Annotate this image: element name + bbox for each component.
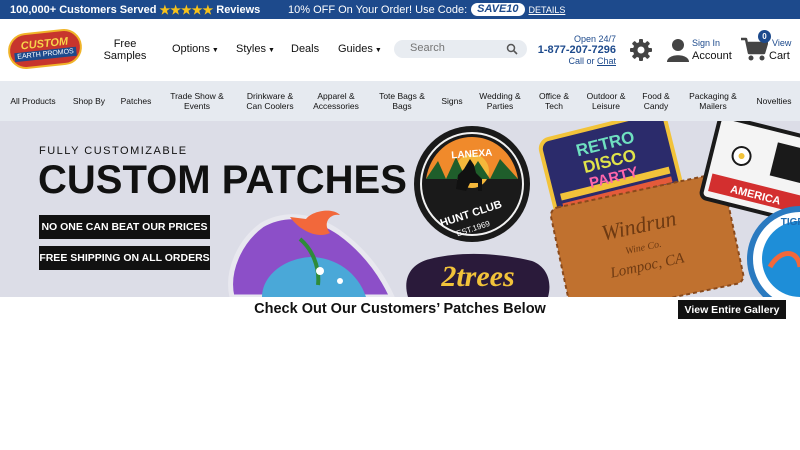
category-office-tech[interactable]: Office & Tech: [534, 81, 574, 121]
hero-title: CUSTOM PATCHES: [38, 158, 407, 202]
hero-kicker: FULLY CUSTOMIZABLE: [39, 145, 188, 157]
hunt-club-patch: LANEXA HUNT CLUB EST.1969: [414, 126, 530, 242]
nav-deals[interactable]: Deals: [291, 43, 319, 55]
hero-banner[interactable]: LANEXA HUNT CLUB EST.1969 RETRO DISCO PA…: [0, 121, 800, 297]
promo-code: SAVE10: [471, 3, 525, 16]
price-promise-button[interactable]: NO ONE CAN BEAT OUR PRICES: [39, 215, 210, 239]
free-shipping-button[interactable]: FREE SHIPPING ON ALL ORDERS: [39, 246, 210, 270]
account-link[interactable]: Sign In Account: [667, 37, 732, 63]
category-novelties[interactable]: Novelties: [752, 81, 796, 121]
site-logo[interactable]: CUSTOM EARTH PROMOS: [6, 27, 84, 71]
nav-styles-label: Styles: [236, 43, 266, 55]
category-outdoor[interactable]: Outdoor & Leisure: [582, 81, 630, 121]
contact-info: Open 24/7 1-877-207-7296 Call or Chat: [536, 34, 616, 67]
nav-free-samples[interactable]: Free Samples: [102, 38, 148, 62]
category-wedding[interactable]: Wedding & Parties: [474, 81, 526, 121]
call-or-chat: Call or Chat: [536, 56, 616, 67]
category-patches[interactable]: Patches: [117, 81, 155, 121]
rating-stars-icon: ★★★★★: [159, 3, 214, 17]
customers-served-text: 100,000+ Customers Served: [10, 4, 157, 16]
category-drinkware[interactable]: Drinkware & Can Coolers: [240, 81, 300, 121]
gear-icon[interactable]: [629, 38, 653, 62]
nav-options[interactable]: Options ▼: [172, 43, 219, 57]
user-icon: [667, 39, 689, 62]
2trees-patch: 2trees: [406, 253, 550, 297]
category-tote-bags[interactable]: Tote Bags & Bags: [375, 81, 429, 121]
tigre-patch: TIGRE: [747, 206, 800, 297]
category-packaging[interactable]: Packaging & Mailers: [684, 81, 742, 121]
chat-link[interactable]: Chat: [597, 56, 616, 66]
reviews-link[interactable]: Reviews: [216, 4, 260, 16]
patch-text-2trees: 2trees: [440, 260, 514, 293]
chevron-down-icon: ▼: [374, 47, 382, 54]
nav-options-label: Options: [172, 43, 210, 55]
view-cart-link[interactable]: View: [772, 38, 791, 48]
announcement-bar: 100,000+ Customers Served ★★★★★ Reviews …: [0, 0, 800, 19]
call-text: Call or: [568, 56, 595, 66]
nav-styles[interactable]: Styles ▼: [236, 43, 275, 57]
account-label: Account: [692, 50, 732, 62]
patch-text-tigre: TIGRE: [781, 217, 800, 228]
search-icon[interactable]: [506, 43, 518, 55]
chevron-down-icon: ▼: [211, 47, 219, 54]
nav-guides-label: Guides: [338, 43, 373, 55]
search-box[interactable]: [394, 40, 527, 58]
cart-button[interactable]: 0 View Cart: [740, 30, 791, 67]
promo-offer: 10% OFF On Your Order! Use Code: SAVE10 …: [288, 3, 565, 16]
chevron-down-icon: ▼: [267, 47, 275, 54]
cart-count-badge: 0: [758, 30, 771, 43]
tropical-patch: [228, 210, 395, 297]
category-food-candy[interactable]: Food & Candy: [638, 81, 674, 121]
phone-number[interactable]: 1-877-207-7296: [536, 45, 616, 56]
category-trade-show[interactable]: Trade Show & Events: [166, 81, 228, 121]
site-header: CUSTOM EARTH PROMOS Free Samples Options…: [0, 19, 800, 81]
category-nav: All Products Shop By Patches Trade Show …: [0, 81, 800, 121]
view-gallery-button[interactable]: View Entire Gallery: [678, 300, 786, 319]
category-all-products[interactable]: All Products: [6, 81, 60, 121]
customers-served[interactable]: 100,000+ Customers Served ★★★★★ Reviews: [10, 3, 260, 17]
promo-text: 10% OFF On Your Order! Use Code:: [288, 3, 468, 16]
gallery-section: Check Out Our Customers’ Patches Below V…: [0, 297, 800, 450]
category-shop-by[interactable]: Shop By: [70, 81, 108, 121]
cart-label: Cart: [769, 50, 790, 62]
category-signs[interactable]: Signs: [438, 81, 466, 121]
promo-details-link[interactable]: DETAILS: [529, 5, 566, 15]
nav-guides[interactable]: Guides ▼: [338, 43, 382, 57]
category-apparel[interactable]: Apparel & Accessories: [310, 81, 362, 121]
search-input[interactable]: [410, 42, 510, 54]
sign-in-link[interactable]: Sign In: [692, 37, 732, 50]
